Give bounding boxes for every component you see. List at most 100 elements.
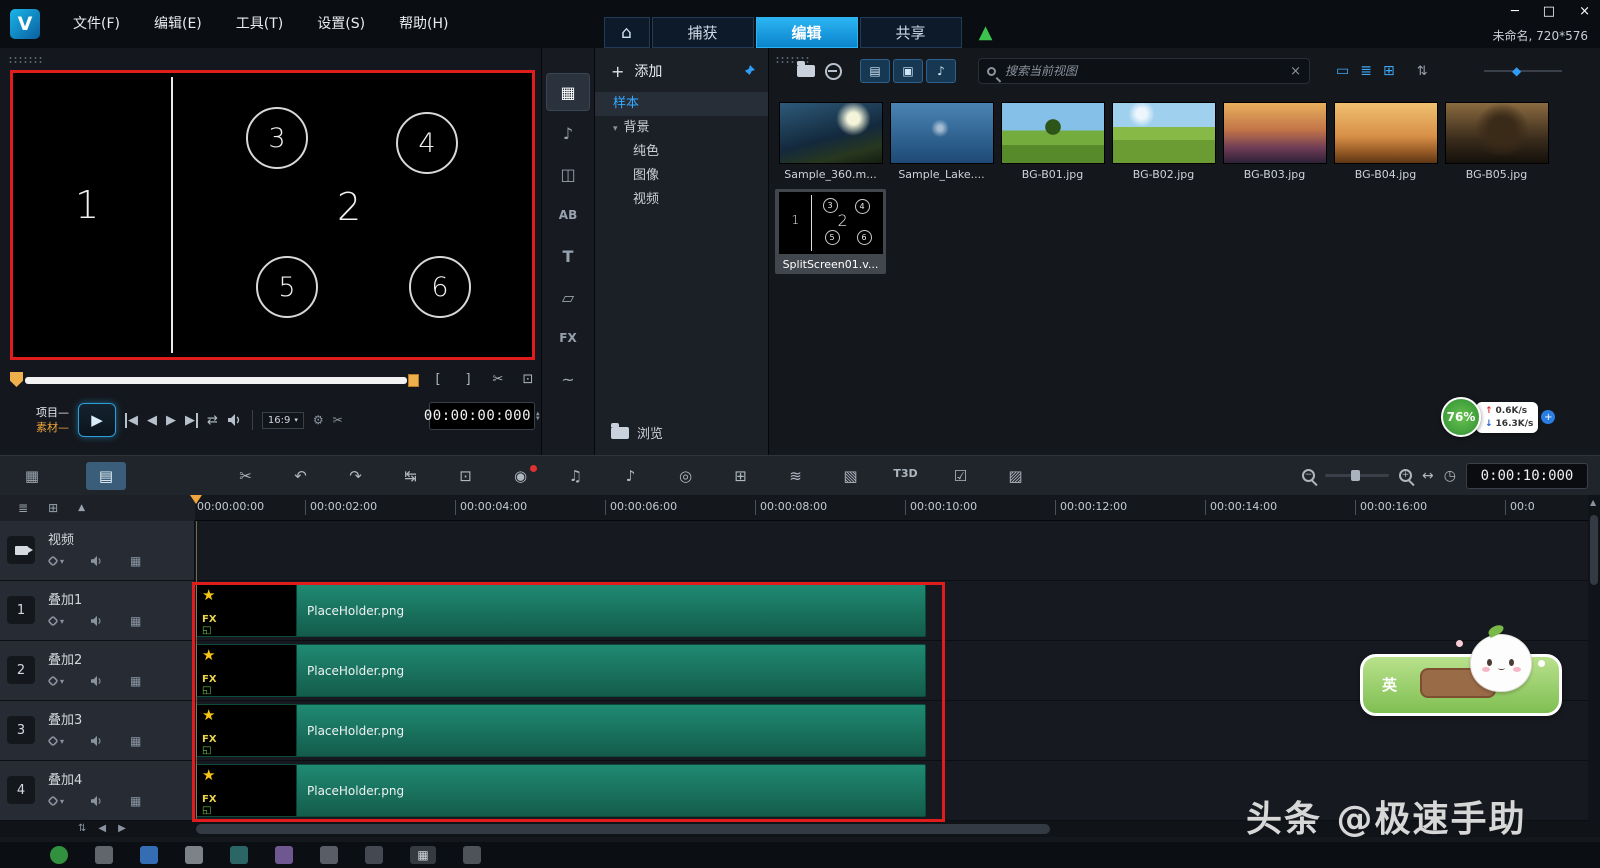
taskbar-app-icon[interactable] [50, 846, 68, 864]
network-speed-widget[interactable]: 76% ↑0.6K/s ↓16.3K/s + [1441, 397, 1555, 437]
scissors-icon[interactable]: ✂ [333, 413, 343, 427]
tab-share[interactable]: 共享 [860, 17, 962, 48]
mark-in-button[interactable]: [ [426, 368, 450, 390]
track-lane-overlay1[interactable]: ★ FX ◱ PlaceHolder.png [195, 581, 1600, 640]
overlay-track-icon[interactable]: 3 [7, 716, 35, 744]
preview-timecode[interactable]: 00:00:00:000 ▲▼ [429, 402, 535, 430]
timeline-zoom-slider[interactable] [1325, 474, 1389, 477]
auto-music-icon[interactable]: ♪ [603, 467, 658, 485]
mute-icon[interactable] [90, 615, 104, 627]
project-mode-label[interactable]: 项目— [36, 405, 69, 420]
gallery-item-video[interactable]: 视频 [595, 188, 768, 212]
timeline-view-button[interactable]: ▤ [86, 462, 126, 490]
clear-search-icon[interactable]: × [1290, 64, 1301, 79]
library-item[interactable]: BG-B03.jpg [1219, 102, 1330, 181]
transition-category-icon[interactable]: ◫ [546, 155, 590, 193]
tab-edit[interactable]: 编辑 [756, 17, 858, 48]
zoom-in-icon[interactable]: + [1399, 469, 1412, 482]
gallery-item-image[interactable]: 图像 [595, 164, 768, 188]
track-effects-icon[interactable]: ▦ [130, 734, 141, 748]
menu-tools[interactable]: 工具(T) [219, 0, 300, 48]
check-tool-icon[interactable]: ☑ [933, 467, 988, 485]
search-input[interactable] [1003, 63, 1283, 79]
ruler-options-icon[interactable]: ▲ [78, 503, 85, 513]
go-end-button[interactable]: ▶ [185, 413, 198, 428]
desktop-pet-widget[interactable]: 英 [1360, 642, 1564, 718]
track-effects-icon[interactable]: ▦ [130, 794, 141, 808]
motion-path-category-icon[interactable]: ~ [546, 360, 590, 398]
overlay-track-icon[interactable]: 2 [7, 656, 35, 684]
video-track-icon[interactable] [7, 536, 35, 564]
taskbar-app-icon[interactable] [230, 846, 248, 864]
filter-photo-icon[interactable]: ▣ [893, 59, 923, 83]
library-item[interactable]: Sample_360.m... [775, 102, 886, 181]
library-item-selected[interactable]: 1 2 3 4 5 6 SplitScreen01.v... [775, 189, 886, 274]
widget-plus-icon[interactable]: + [1541, 410, 1555, 424]
preview-video-area[interactable]: 1 2 3 4 5 6 [10, 70, 535, 360]
track-header-video[interactable]: 视频 ▾ ▦ [0, 521, 195, 580]
track-manager-icon[interactable]: ≣ [18, 501, 28, 515]
title-category-icon[interactable]: T [546, 237, 590, 275]
mask-creator-icon[interactable]: ▧ [823, 467, 878, 485]
fit-project-icon[interactable]: ⊡ [438, 467, 493, 485]
prev-frame-button[interactable]: ◀ [147, 413, 157, 428]
settings-gear-icon[interactable]: ⚙ [313, 413, 324, 427]
taskbar-app-icon[interactable] [140, 846, 158, 864]
subtitle-editor-icon[interactable]: ⊞ [713, 467, 768, 485]
close-button[interactable]: × [1579, 4, 1590, 19]
scroll-left-button[interactable]: ◀ [98, 823, 106, 834]
volume-icon[interactable] [227, 413, 243, 427]
gallery-item-solid-color[interactable]: 纯色 [595, 140, 768, 164]
add-icon[interactable]: + [611, 62, 624, 81]
track-effects-icon[interactable]: ▦ [130, 614, 141, 628]
mute-icon[interactable] [90, 735, 104, 747]
track-effects-icon[interactable]: ▦ [130, 554, 141, 568]
timeline-clip[interactable]: ★ FX ◱ PlaceHolder.png [196, 584, 926, 637]
menu-help[interactable]: 帮助(H) [382, 0, 465, 48]
sort-icon[interactable]: ⇅ [1417, 64, 1428, 79]
audio-category-icon[interactable]: ♪ [546, 114, 590, 152]
view-list-icon[interactable]: ≣ [1360, 63, 1372, 79]
painting-creator-icon[interactable]: ▨ [988, 467, 1043, 485]
import-media-icon[interactable] [797, 65, 815, 77]
play-button[interactable]: ▶ [78, 403, 116, 437]
taskbar-app-icon[interactable] [365, 846, 383, 864]
filter-audio-icon[interactable]: ♪ [926, 59, 956, 83]
library-item[interactable]: Sample_Lake.... [886, 102, 997, 181]
minimize-button[interactable]: ─ [1511, 4, 1519, 19]
link-icon[interactable]: ▾ [48, 796, 64, 806]
zoom-out-icon[interactable]: − [1302, 469, 1315, 482]
fit-timeline-icon[interactable]: ↔ [1422, 468, 1434, 484]
scrollbar-thumb[interactable] [1590, 515, 1598, 585]
overlay-track-icon[interactable]: 1 [7, 596, 35, 624]
vertical-scrollbar[interactable]: ▲ [1588, 495, 1600, 821]
track-header-overlay2[interactable]: 2 叠加2 ▾ ▦ [0, 641, 195, 700]
graphics-category-icon[interactable]: ▱ [546, 278, 590, 316]
menu-file[interactable]: 文件(F) [56, 0, 137, 48]
slider-handle-icon[interactable]: ◆ [1512, 64, 1521, 78]
taskbar-app-icon[interactable] [320, 846, 338, 864]
track-lane-video[interactable] [195, 521, 1600, 580]
overlay-track-icon[interactable]: 4 [7, 776, 35, 804]
clock-icon[interactable]: ◷ [1444, 468, 1456, 484]
library-item[interactable]: BG-B01.jpg [997, 102, 1108, 181]
trim-start-marker[interactable] [10, 372, 23, 387]
library-item[interactable]: BG-B05.jpg [1441, 102, 1552, 181]
undo-icon[interactable]: ↶ [273, 467, 328, 485]
timeline-ruler[interactable]: ≣ ⊞ ▲ 00:00:00:00 00:00:02:00 00:00:04:0… [0, 495, 1600, 521]
trim-tool-icon[interactable]: ↹ [383, 467, 438, 485]
track-header-overlay4[interactable]: 4 叠加4 ▾ ▦ [0, 761, 195, 820]
view-large-icon[interactable]: ▭ [1336, 63, 1349, 79]
add-track-icon[interactable]: ⊞ [48, 501, 58, 515]
menu-edit[interactable]: 编辑(E) [137, 0, 219, 48]
track-effects-icon[interactable]: ▦ [130, 674, 141, 688]
mute-icon[interactable] [90, 795, 104, 807]
sound-mixer-icon[interactable]: ♫ [548, 467, 603, 485]
home-tab-icon[interactable]: ⌂ [604, 17, 650, 48]
mute-icon[interactable] [90, 555, 104, 567]
timeline-clip[interactable]: ★ FX ◱ PlaceHolder.png [196, 764, 926, 817]
seek-track[interactable] [25, 377, 407, 384]
music-beat-icon[interactable]: ≋ [768, 467, 823, 485]
storyboard-view-button[interactable]: ▦ [12, 462, 52, 490]
mark-out-button[interactable]: ] [456, 368, 480, 390]
